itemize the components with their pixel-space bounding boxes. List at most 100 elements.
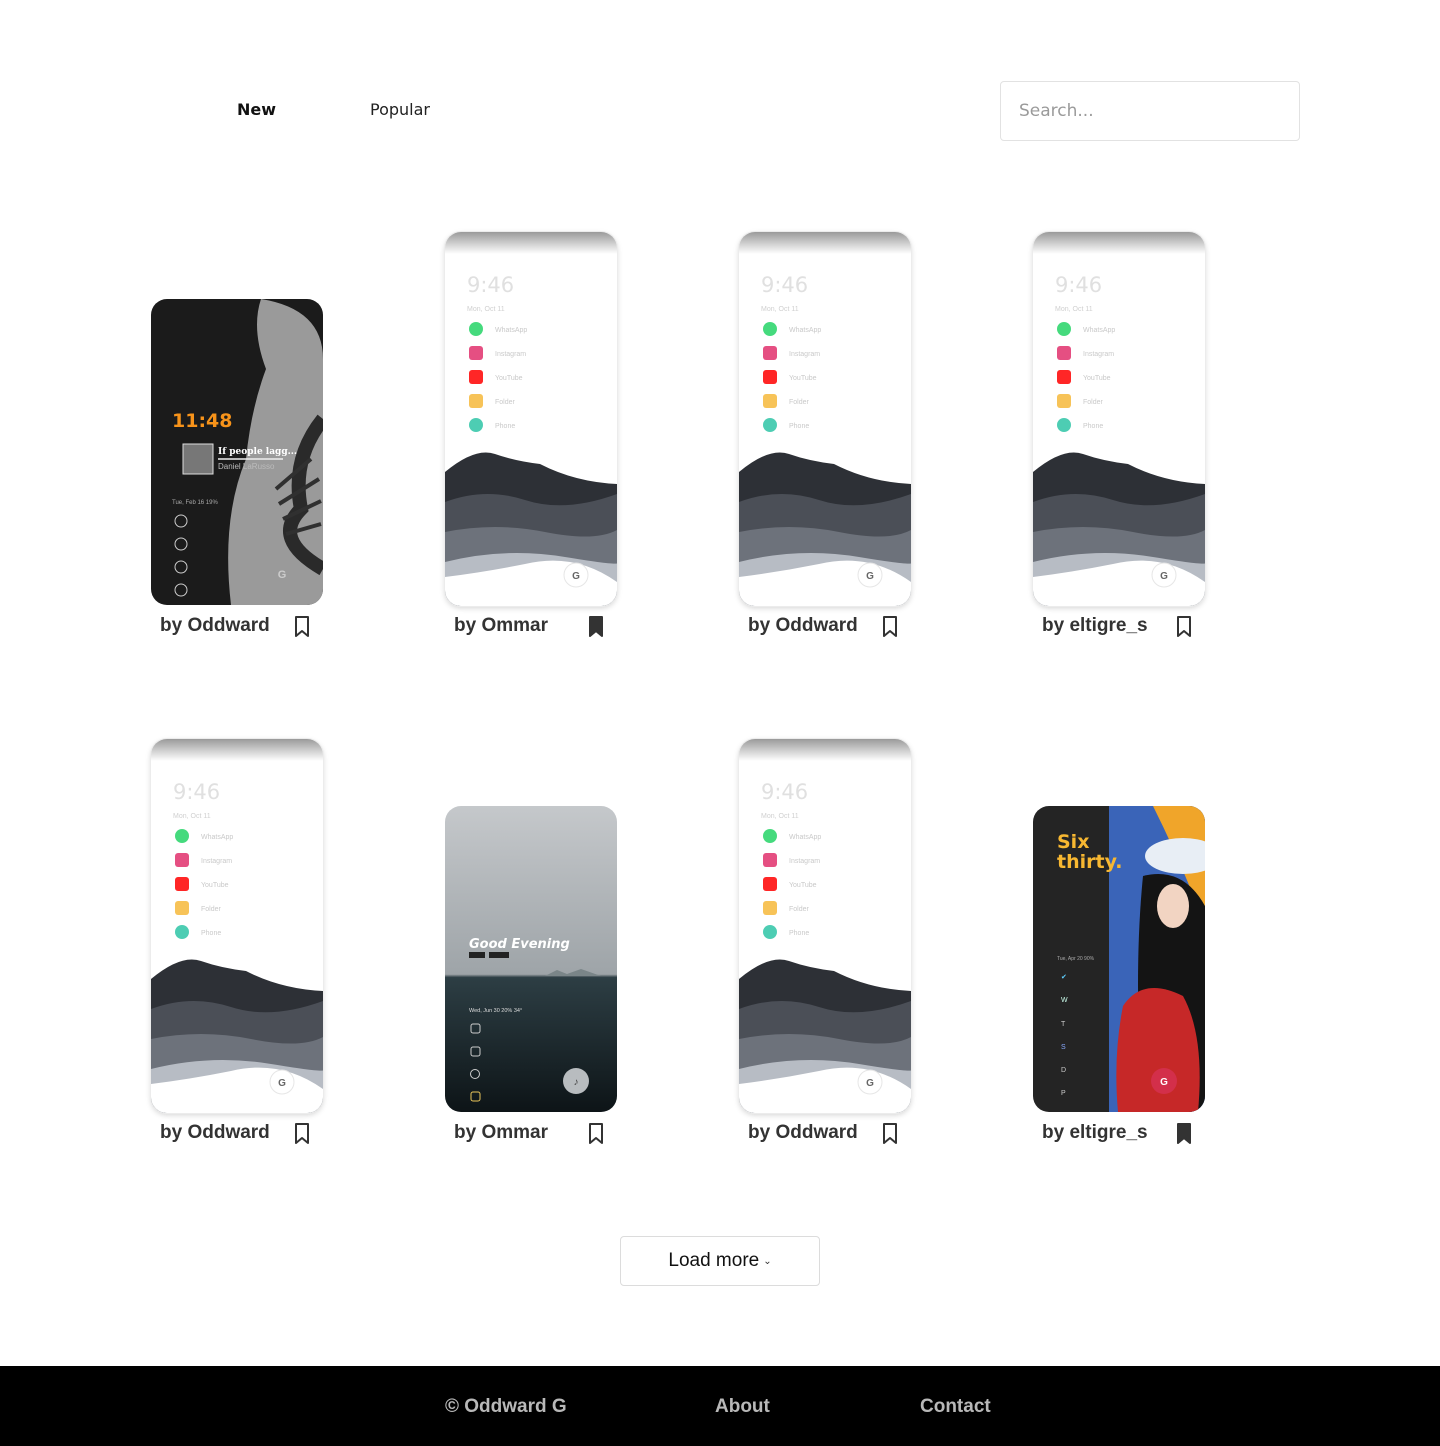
author-link[interactable]: by Oddward bbox=[160, 615, 270, 637]
search-input[interactable] bbox=[1000, 81, 1300, 141]
card-meta: by Oddward bbox=[160, 1122, 400, 1150]
svg-text:G: G bbox=[1160, 571, 1168, 582]
tab-popular[interactable]: Popular bbox=[370, 100, 430, 119]
author-link[interactable]: by Oddward bbox=[748, 1122, 858, 1144]
app-label: Instagram bbox=[789, 351, 820, 358]
wallpaper-preview[interactable]: 9:46 Mon, Oct 11 WhatsApp Instagram YouT… bbox=[151, 739, 323, 1113]
copyright: © Oddward G bbox=[445, 1396, 567, 1417]
wallpaper-preview[interactable]: 9:46 Mon, Oct 11 WhatsApp Instagram YouT… bbox=[445, 232, 617, 606]
app-label: Instagram bbox=[201, 858, 232, 865]
clock-text: 11:48 bbox=[172, 410, 232, 432]
bookmark-icon[interactable] bbox=[1175, 616, 1193, 638]
app-label: Folder bbox=[789, 399, 810, 406]
status-text: Tue, Apr 20 90% bbox=[1057, 956, 1095, 962]
author-link[interactable]: by Oddward bbox=[748, 615, 858, 637]
footer-link-about[interactable]: About bbox=[715, 1396, 770, 1418]
svg-text:✔: ✔ bbox=[1061, 974, 1067, 981]
tab-new[interactable]: New bbox=[237, 100, 276, 119]
app-label: Folder bbox=[495, 399, 516, 406]
app-label: YouTube bbox=[1083, 375, 1111, 382]
svg-text:T: T bbox=[1061, 1021, 1066, 1028]
card-meta: by Ommar bbox=[454, 1122, 694, 1150]
date-text: Mon, Oct 11 bbox=[761, 306, 799, 313]
svg-text:♪: ♪ bbox=[574, 1077, 579, 1088]
wallpaper-preview[interactable]: 9:46 Mon, Oct 11 WhatsApp Instagram YouT… bbox=[1033, 232, 1205, 606]
wallpaper-preview[interactable]: Six thirty. Tue, Apr 20 90% ✔ W T S D P … bbox=[1033, 806, 1205, 1112]
load-more-label: Load more bbox=[668, 1250, 760, 1271]
song-title: If people lagg... bbox=[218, 447, 297, 457]
status-text: Tue, Feb 16 19% bbox=[172, 500, 218, 506]
bookmark-icon[interactable] bbox=[587, 1123, 605, 1145]
svg-text:G: G bbox=[572, 571, 580, 582]
app-label: Phone bbox=[789, 930, 809, 937]
app-label: Phone bbox=[789, 423, 809, 430]
app-label: Phone bbox=[495, 423, 515, 430]
date-text: Mon, Oct 11 bbox=[173, 813, 211, 820]
date-text: Mon, Oct 11 bbox=[761, 813, 799, 820]
load-more-button[interactable]: Load more ⌄ bbox=[620, 1236, 820, 1286]
app-label: Phone bbox=[1083, 423, 1103, 430]
author-link[interactable]: by eltigre_s bbox=[1042, 615, 1148, 637]
app-label: YouTube bbox=[495, 375, 523, 382]
clock-text: 9:46 bbox=[173, 780, 220, 804]
card-meta: by Oddward bbox=[748, 1122, 988, 1150]
card-meta: by Oddward bbox=[160, 615, 400, 643]
app-label: WhatsApp bbox=[789, 834, 821, 841]
clock-text: 9:46 bbox=[467, 273, 514, 297]
author-link[interactable]: by eltigre_s bbox=[1042, 1122, 1148, 1144]
card-meta: by Oddward bbox=[748, 615, 988, 643]
app-label: Folder bbox=[789, 906, 810, 913]
svg-text:G: G bbox=[278, 569, 287, 581]
date-text: Mon, Oct 11 bbox=[1055, 306, 1093, 313]
svg-text:G: G bbox=[866, 571, 874, 582]
wallpaper-preview[interactable]: 11:48 If people lagg... Daniel LaRusso T… bbox=[151, 299, 323, 605]
bookmark-icon[interactable] bbox=[293, 1123, 311, 1145]
bookmark-filled-icon[interactable] bbox=[587, 616, 605, 638]
clock-text: 9:46 bbox=[761, 273, 808, 297]
app-label: Instagram bbox=[789, 858, 820, 865]
app-label: WhatsApp bbox=[495, 327, 527, 334]
author-link[interactable]: by Ommar bbox=[454, 615, 548, 637]
svg-text:P: P bbox=[1061, 1090, 1066, 1097]
date-text: Mon, Oct 11 bbox=[467, 306, 505, 313]
bookmark-icon[interactable] bbox=[293, 616, 311, 638]
clock-text: 9:46 bbox=[761, 780, 808, 804]
app-label: WhatsApp bbox=[789, 327, 821, 334]
bookmark-icon[interactable] bbox=[881, 616, 899, 638]
card-meta: by eltigre_s bbox=[1042, 1122, 1282, 1150]
app-label: Folder bbox=[201, 906, 222, 913]
svg-text:W: W bbox=[1061, 997, 1068, 1004]
clock-text: 9:46 bbox=[1055, 273, 1102, 297]
app-label: WhatsApp bbox=[1083, 327, 1115, 334]
footer: © Oddward G About Contact bbox=[0, 1366, 1440, 1446]
svg-text:G: G bbox=[866, 1078, 874, 1089]
author-link[interactable]: by Ommar bbox=[454, 1122, 548, 1144]
wallpaper-preview[interactable]: 9:46 Mon, Oct 11 WhatsApp Instagram YouT… bbox=[739, 739, 911, 1113]
svg-text:S: S bbox=[1061, 1044, 1066, 1051]
greeting-text: Good Evening bbox=[469, 937, 570, 952]
bookmark-icon[interactable] bbox=[881, 1123, 899, 1145]
title-line-2: thirty. bbox=[1057, 851, 1122, 873]
title-line-1: Six bbox=[1057, 831, 1089, 853]
bookmark-filled-icon[interactable] bbox=[1175, 1123, 1193, 1145]
app-label: Phone bbox=[201, 930, 221, 937]
artist-text: Daniel LaRusso bbox=[218, 462, 275, 471]
card-meta: by Ommar bbox=[454, 615, 694, 643]
wallpaper-preview[interactable]: 9:46 Mon, Oct 11 WhatsApp Instagram YouT… bbox=[739, 232, 911, 606]
app-label: YouTube bbox=[201, 882, 229, 889]
chevron-down-icon: ⌄ bbox=[763, 1255, 772, 1267]
app-label: Folder bbox=[1083, 399, 1104, 406]
app-label: WhatsApp bbox=[201, 834, 233, 841]
svg-text:G: G bbox=[278, 1078, 286, 1089]
svg-text:G: G bbox=[1160, 1077, 1168, 1088]
footer-link-contact[interactable]: Contact bbox=[920, 1396, 991, 1418]
svg-text:D: D bbox=[1061, 1067, 1066, 1074]
status-text: Wed, Jun 30 20% 34° bbox=[469, 1008, 522, 1014]
app-label: Instagram bbox=[495, 351, 526, 358]
app-label: YouTube bbox=[789, 375, 817, 382]
card-meta: by eltigre_s bbox=[1042, 615, 1282, 643]
wallpaper-preview[interactable]: Good Evening Wed, Jun 30 20% 34° ♪ bbox=[445, 806, 617, 1112]
app-label: YouTube bbox=[789, 882, 817, 889]
app-label: Instagram bbox=[1083, 351, 1114, 358]
author-link[interactable]: by Oddward bbox=[160, 1122, 270, 1144]
